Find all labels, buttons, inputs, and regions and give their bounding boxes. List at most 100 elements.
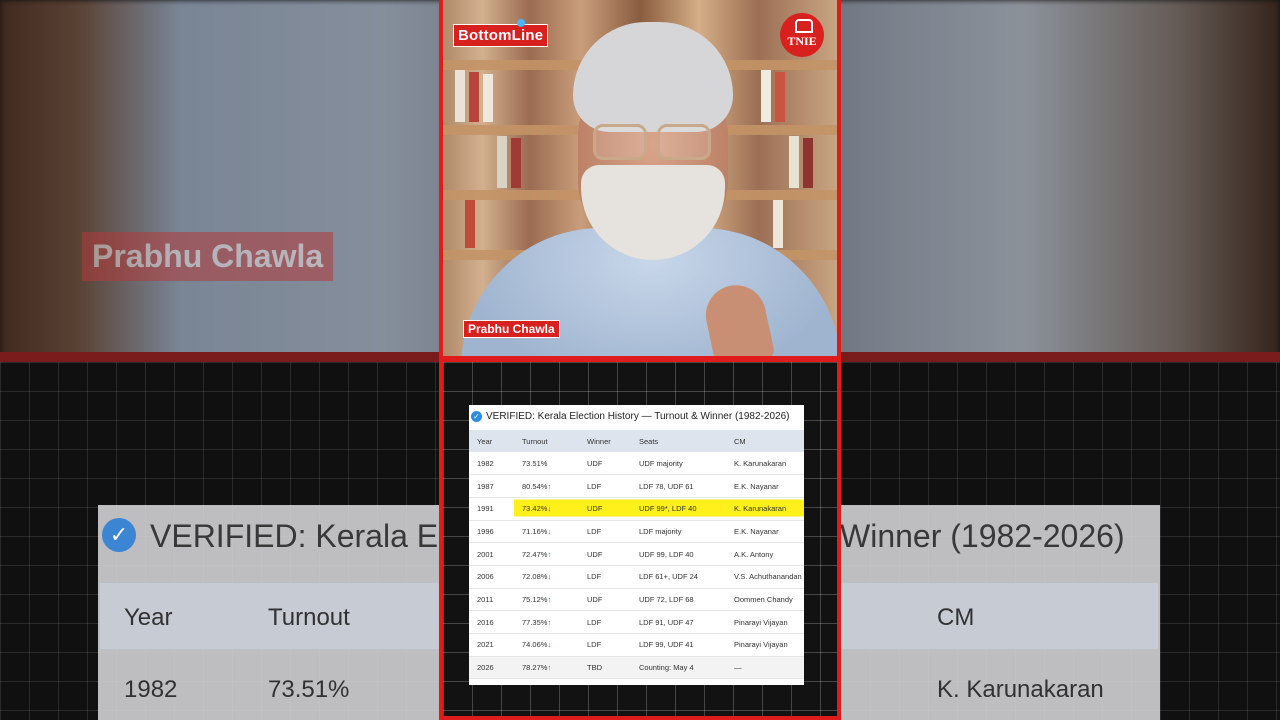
cell-seats-text: UDF 99, LDF 40 bbox=[639, 549, 694, 559]
cell-winner-text: UDF bbox=[587, 458, 603, 468]
glasses bbox=[593, 124, 715, 164]
trend-up-icon: ↑ bbox=[547, 549, 552, 559]
verified-check-icon: ✓ bbox=[471, 411, 482, 422]
background-col-year: Year bbox=[124, 604, 173, 631]
cell-year-text: 2006 bbox=[477, 572, 494, 582]
cell-turnout: 77.35%↑ bbox=[514, 610, 579, 634]
cell-year-text: 1987 bbox=[477, 481, 494, 491]
book bbox=[761, 70, 771, 122]
cell-cm: V.S. Achuthanandan bbox=[726, 565, 804, 589]
background-title-left: VERIFIED: Kerala Ele bbox=[150, 518, 463, 554]
book bbox=[465, 200, 475, 248]
cell-cm: K. Karunakaran bbox=[726, 497, 804, 521]
turnout-value: 72.08%↓ bbox=[522, 572, 551, 581]
cell-year: 1982 bbox=[469, 452, 514, 476]
bottomline-logo-text: BottomLine bbox=[458, 27, 544, 44]
cell-winner-text: TBD bbox=[587, 663, 602, 673]
cell-turnout: 71.16%↓ bbox=[514, 520, 579, 544]
cell-winner: LDF bbox=[579, 633, 631, 657]
col-cm: CM bbox=[726, 430, 804, 452]
cell-winner: UDF bbox=[579, 588, 631, 612]
cell-seats: UDF 72, LDF 68 bbox=[631, 588, 726, 612]
cell-winner-text: UDF bbox=[584, 503, 606, 515]
cell-cm-text: Pinarayi Vijayan bbox=[734, 617, 788, 627]
book bbox=[803, 138, 813, 188]
cell-turnout: 78.27%↑ bbox=[514, 656, 579, 680]
cell-year-text: 1991 bbox=[477, 504, 494, 514]
cell-seats: UDF 99*, LDF 40 bbox=[631, 497, 726, 521]
turnout-value: 71.16%↓ bbox=[522, 527, 551, 536]
table-row: 2026 78.27%↑ TBD Counting: May 4 — bbox=[469, 656, 804, 680]
cell-cm-text: Pinarayi Vijayan bbox=[734, 640, 788, 650]
cell-year: 2016 bbox=[469, 610, 514, 634]
cell-winner-text: LDF bbox=[587, 617, 602, 627]
background-row-year: 1982 bbox=[124, 676, 178, 703]
turnout-text: 73.42% bbox=[522, 504, 548, 514]
cell-cm-text: Oommen Chandy bbox=[734, 594, 793, 604]
cell-winner-text: UDF bbox=[587, 594, 603, 604]
cell-cm: Pinarayi Vijayan bbox=[726, 610, 804, 634]
table-row: 2001 72.47%↑ UDF UDF 99, LDF 40 A.K. Antony bbox=[469, 542, 804, 566]
cell-year-text: 2026 bbox=[477, 663, 494, 673]
book bbox=[511, 138, 521, 188]
table-header-row: Year Turnout Winner Seats CM bbox=[469, 430, 804, 452]
cell-cm: E.K. Nayanar bbox=[726, 520, 804, 544]
table-row: 1982 73.51% UDF UDF majority K. Karunakaran bbox=[469, 452, 804, 476]
col-seats: Seats bbox=[631, 430, 726, 452]
turnout-text: 75.12% bbox=[522, 594, 548, 604]
book bbox=[455, 70, 465, 122]
trend-up-icon: ↑ bbox=[547, 481, 552, 491]
table-row: 1996 71.16%↓ LDF LDF majority E.K. Nayanar bbox=[469, 520, 804, 544]
cell-winner: LDF bbox=[579, 565, 631, 589]
cell-cm-text: E.K. Nayanar bbox=[734, 481, 779, 491]
presenter-video bbox=[443, 0, 837, 356]
cell-winner: UDF bbox=[579, 542, 631, 566]
book bbox=[497, 136, 507, 188]
table-row: 2011 75.12%↑ UDF UDF 72, LDF 68 Oommen Chand… bbox=[469, 588, 804, 612]
cell-winner: LDF bbox=[579, 474, 631, 498]
cell-turnout: 73.42%↓ bbox=[514, 497, 579, 521]
cell-cm-text: V.S. Achuthanandan bbox=[734, 572, 802, 582]
background-row-cm: K. Karunakaran bbox=[937, 676, 1104, 703]
cell-winner-text: UDF bbox=[587, 549, 603, 559]
table-row: 1987 80.54%↑ LDF LDF 78, UDF 61 E.K. Nayanar bbox=[469, 474, 804, 498]
col-winner: Winner bbox=[579, 430, 631, 452]
cell-seats: LDF 91, UDF 47 bbox=[631, 610, 726, 634]
trend-down-icon: ↓ bbox=[547, 572, 552, 582]
turnout-value: 72.47%↑ bbox=[522, 550, 551, 559]
cell-seats-text: Counting: May 4 bbox=[639, 663, 694, 673]
presenter-name-tag: Prabhu Chawla bbox=[463, 320, 560, 338]
cell-seats-text: LDF 78, UDF 61 bbox=[639, 481, 694, 491]
cell-year-text: 2016 bbox=[477, 617, 494, 627]
cell-turnout: 75.12%↑ bbox=[514, 588, 579, 612]
cell-year: 2006 bbox=[469, 565, 514, 589]
short-video-frame: Prabhu Chawla ✓ VERIFIED: Kerala Ele Win… bbox=[0, 0, 1280, 720]
cell-winner-text: LDF bbox=[587, 640, 602, 650]
trend-down-icon: ↓ bbox=[547, 526, 552, 536]
cell-cm-text: E.K. Nayanar bbox=[734, 526, 779, 536]
turnout-text: 71.16% bbox=[522, 526, 548, 536]
turnout-text: 80.54% bbox=[522, 481, 548, 491]
trend-up-icon: ↑ bbox=[547, 594, 552, 604]
cell-seats: Counting: May 4 bbox=[631, 656, 726, 680]
cell-year: 2011 bbox=[469, 588, 514, 612]
table-row: 2021 74.06%↓ LDF LDF 99, UDF 41 Pinarayi Vij… bbox=[469, 633, 804, 657]
cell-year-text: 1996 bbox=[477, 526, 494, 536]
table-row: 2006 72.08%↓ LDF LDF 61+, UDF 24 V.S. Achuth… bbox=[469, 565, 804, 589]
cell-seats: LDF majority bbox=[631, 520, 726, 544]
trend-up-icon: ↑ bbox=[547, 617, 552, 627]
turnout-value: 75.12%↑ bbox=[522, 595, 551, 604]
cell-cm-text: A.K. Antony bbox=[734, 549, 774, 559]
table-title: VERIFIED: Kerala Election History — Turn… bbox=[486, 411, 790, 422]
cell-cm: E.K. Nayanar bbox=[726, 474, 804, 498]
turnout-value: 77.35%↑ bbox=[522, 618, 551, 627]
turnout-value: 80.54%↑ bbox=[522, 482, 551, 491]
cell-cm: Pinarayi Vijayan bbox=[726, 633, 804, 657]
background-verified-icon: ✓ bbox=[102, 518, 136, 552]
tnie-logo-text: TNIE bbox=[787, 34, 817, 48]
cell-year: 1991 bbox=[469, 497, 514, 521]
cell-seats: UDF majority bbox=[631, 452, 726, 476]
cell-seats: LDF 78, UDF 61 bbox=[631, 474, 726, 498]
cell-turnout: 74.06%↓ bbox=[514, 633, 579, 657]
table-row: 1991 73.42%↓ UDF UDF 99*, LDF 40 K. Karunaka… bbox=[469, 497, 804, 521]
